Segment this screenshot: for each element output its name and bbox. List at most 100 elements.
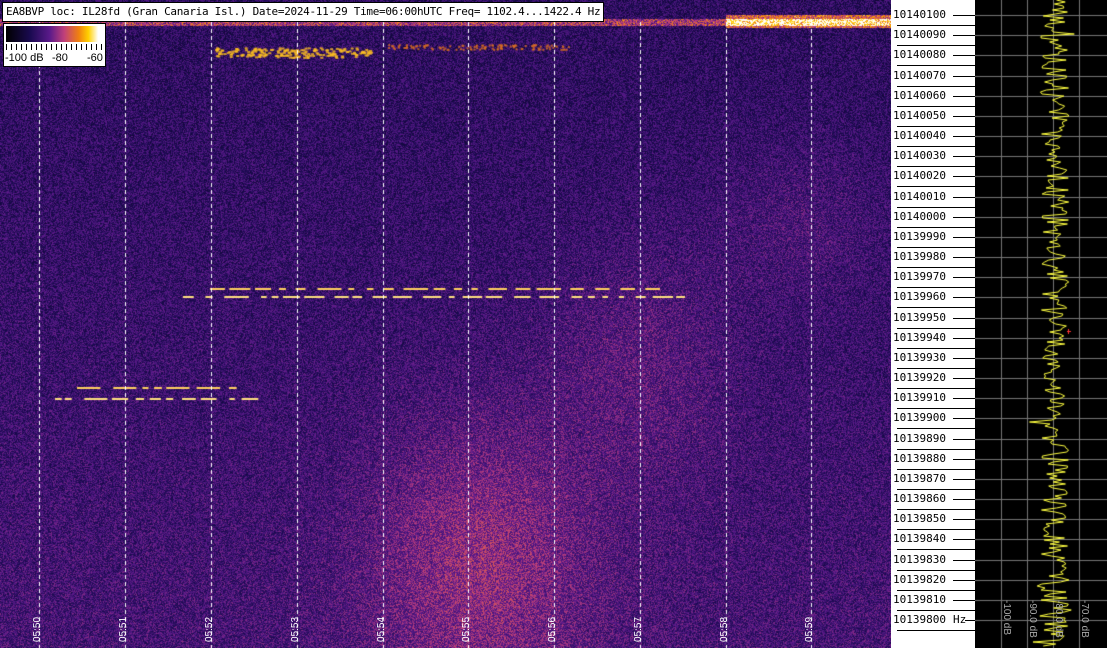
major-tick: [953, 478, 975, 480]
frequency-tick-label: 10139990: [893, 229, 946, 243]
frequency-tick-label: 10139890: [893, 431, 946, 445]
colorbar-label-mid: -80: [52, 52, 68, 64]
frequency-tick-label: 10140080: [893, 49, 946, 61]
frequency-tick-label: 10139920: [893, 372, 946, 384]
minor-tick: [897, 206, 975, 208]
major-tick: [953, 55, 975, 57]
frequency-value: 10140080: [893, 48, 946, 62]
major-tick: [953, 398, 975, 400]
frequency-tick-label: 10139830: [893, 552, 946, 566]
frequency-value: 10140000: [893, 209, 946, 223]
minor-tick: [897, 267, 975, 269]
db-tick-label: -70.0 dB: [1079, 600, 1090, 638]
minor-tick: [897, 388, 975, 390]
major-tick: [953, 539, 975, 541]
frequency-value: 10140030: [893, 149, 946, 163]
major-tick: [953, 196, 975, 198]
frequency-value: 10139990: [893, 229, 946, 243]
frequency-tick-label: 10140050: [893, 108, 946, 122]
major-tick: [953, 136, 975, 138]
frequency-value: 10139830: [893, 552, 946, 566]
spectrum-panel: [975, 0, 1107, 648]
minor-tick: [897, 125, 975, 127]
frequency-tick-label: 10140010: [893, 189, 946, 203]
minor-tick: [897, 488, 975, 490]
minor-tick: [897, 367, 975, 369]
frequency-tick-label: 10140090: [893, 29, 946, 41]
frequency-tick-label: 10140070: [893, 69, 946, 82]
frequency-value: 10139810: [893, 592, 946, 606]
minor-tick: [897, 45, 975, 47]
major-tick: [953, 15, 975, 16]
frequency-value: 10139860: [893, 492, 946, 506]
major-tick: [953, 297, 975, 299]
time-tick-label: 05:50: [32, 616, 43, 642]
frequency-value: 10139890: [893, 431, 946, 445]
time-tick-label: 05:58: [719, 616, 730, 642]
frequency-value: 10139880: [893, 451, 946, 465]
colorbar-legend: -100 dB -80 -60: [3, 23, 106, 67]
frequency-value: 10139950: [893, 310, 946, 324]
major-tick: [953, 236, 975, 238]
minor-tick: [897, 448, 975, 450]
minor-tick: [897, 105, 975, 107]
frequency-tick-label: 10140040: [893, 130, 946, 142]
frequency-value: 10140040: [893, 129, 946, 143]
frequency-tick-label: 10140060: [893, 88, 946, 102]
major-tick: [953, 499, 975, 501]
minor-tick: [897, 630, 975, 632]
frequency-tick-label: 10139980: [893, 251, 946, 263]
frequency-value: 10139900: [893, 411, 946, 425]
frequency-value: 10140060: [893, 88, 946, 102]
major-tick: [953, 458, 975, 460]
frequency-tick-label: 10140000: [893, 209, 946, 223]
major-tick: [953, 176, 975, 178]
frequency-tick-label: 10139850: [893, 513, 946, 525]
major-tick: [953, 35, 975, 37]
minor-tick: [897, 287, 975, 289]
frequency-tick-label: 10139940: [893, 331, 946, 344]
major-tick: [953, 277, 975, 279]
minor-tick: [897, 146, 975, 148]
frequency-value: 10139930: [893, 350, 946, 364]
frequency-tick-label: 10139860: [893, 493, 946, 505]
time-tick-label: 05:51: [118, 616, 129, 642]
minor-tick: [897, 347, 975, 349]
major-tick: [953, 438, 975, 440]
minor-tick: [897, 468, 975, 470]
minor-tick: [897, 226, 975, 228]
major-tick: [953, 418, 975, 420]
minor-tick: [897, 609, 975, 611]
frequency-axis: 10140100 10140090 10140080 10140070 10140060…: [891, 0, 975, 648]
major-tick: [965, 620, 975, 622]
frequency-value: 10140010: [893, 189, 946, 203]
frequency-tick-label: 10139840: [893, 533, 946, 545]
major-tick: [953, 519, 975, 521]
major-tick: [953, 337, 975, 339]
minor-tick: [897, 589, 975, 591]
frequency-tick-label: 10139900: [893, 412, 946, 424]
major-tick: [953, 75, 975, 77]
major-tick: [953, 317, 975, 319]
frequency-value: 10139840: [893, 532, 946, 546]
major-tick: [953, 95, 975, 97]
frequency-value: 10139970: [893, 270, 946, 284]
major-tick: [953, 378, 975, 380]
db-tick-label: -100 dB: [1001, 600, 1012, 636]
frequency-value: 10140090: [893, 28, 946, 42]
minor-tick: [897, 509, 975, 511]
minor-tick: [897, 166, 975, 168]
minor-tick: [897, 549, 975, 551]
frequency-value: 10139850: [893, 512, 946, 526]
colorbar-label-max: -60: [87, 52, 103, 64]
frequency-value: 10139910: [893, 391, 946, 405]
time-tick-label: 05:56: [547, 616, 558, 642]
db-tick-label: -80.0 dB: [1053, 600, 1064, 638]
frequency-tick-label: 10139880: [893, 451, 946, 465]
frequency-tick-label: 10139810: [893, 592, 946, 606]
frequency-tick-label: 10139930: [893, 350, 946, 364]
frequency-value: 10140050: [893, 108, 946, 122]
major-tick: [953, 599, 975, 601]
frequency-tick-label: 10139820: [893, 573, 946, 586]
minor-tick: [897, 569, 975, 571]
